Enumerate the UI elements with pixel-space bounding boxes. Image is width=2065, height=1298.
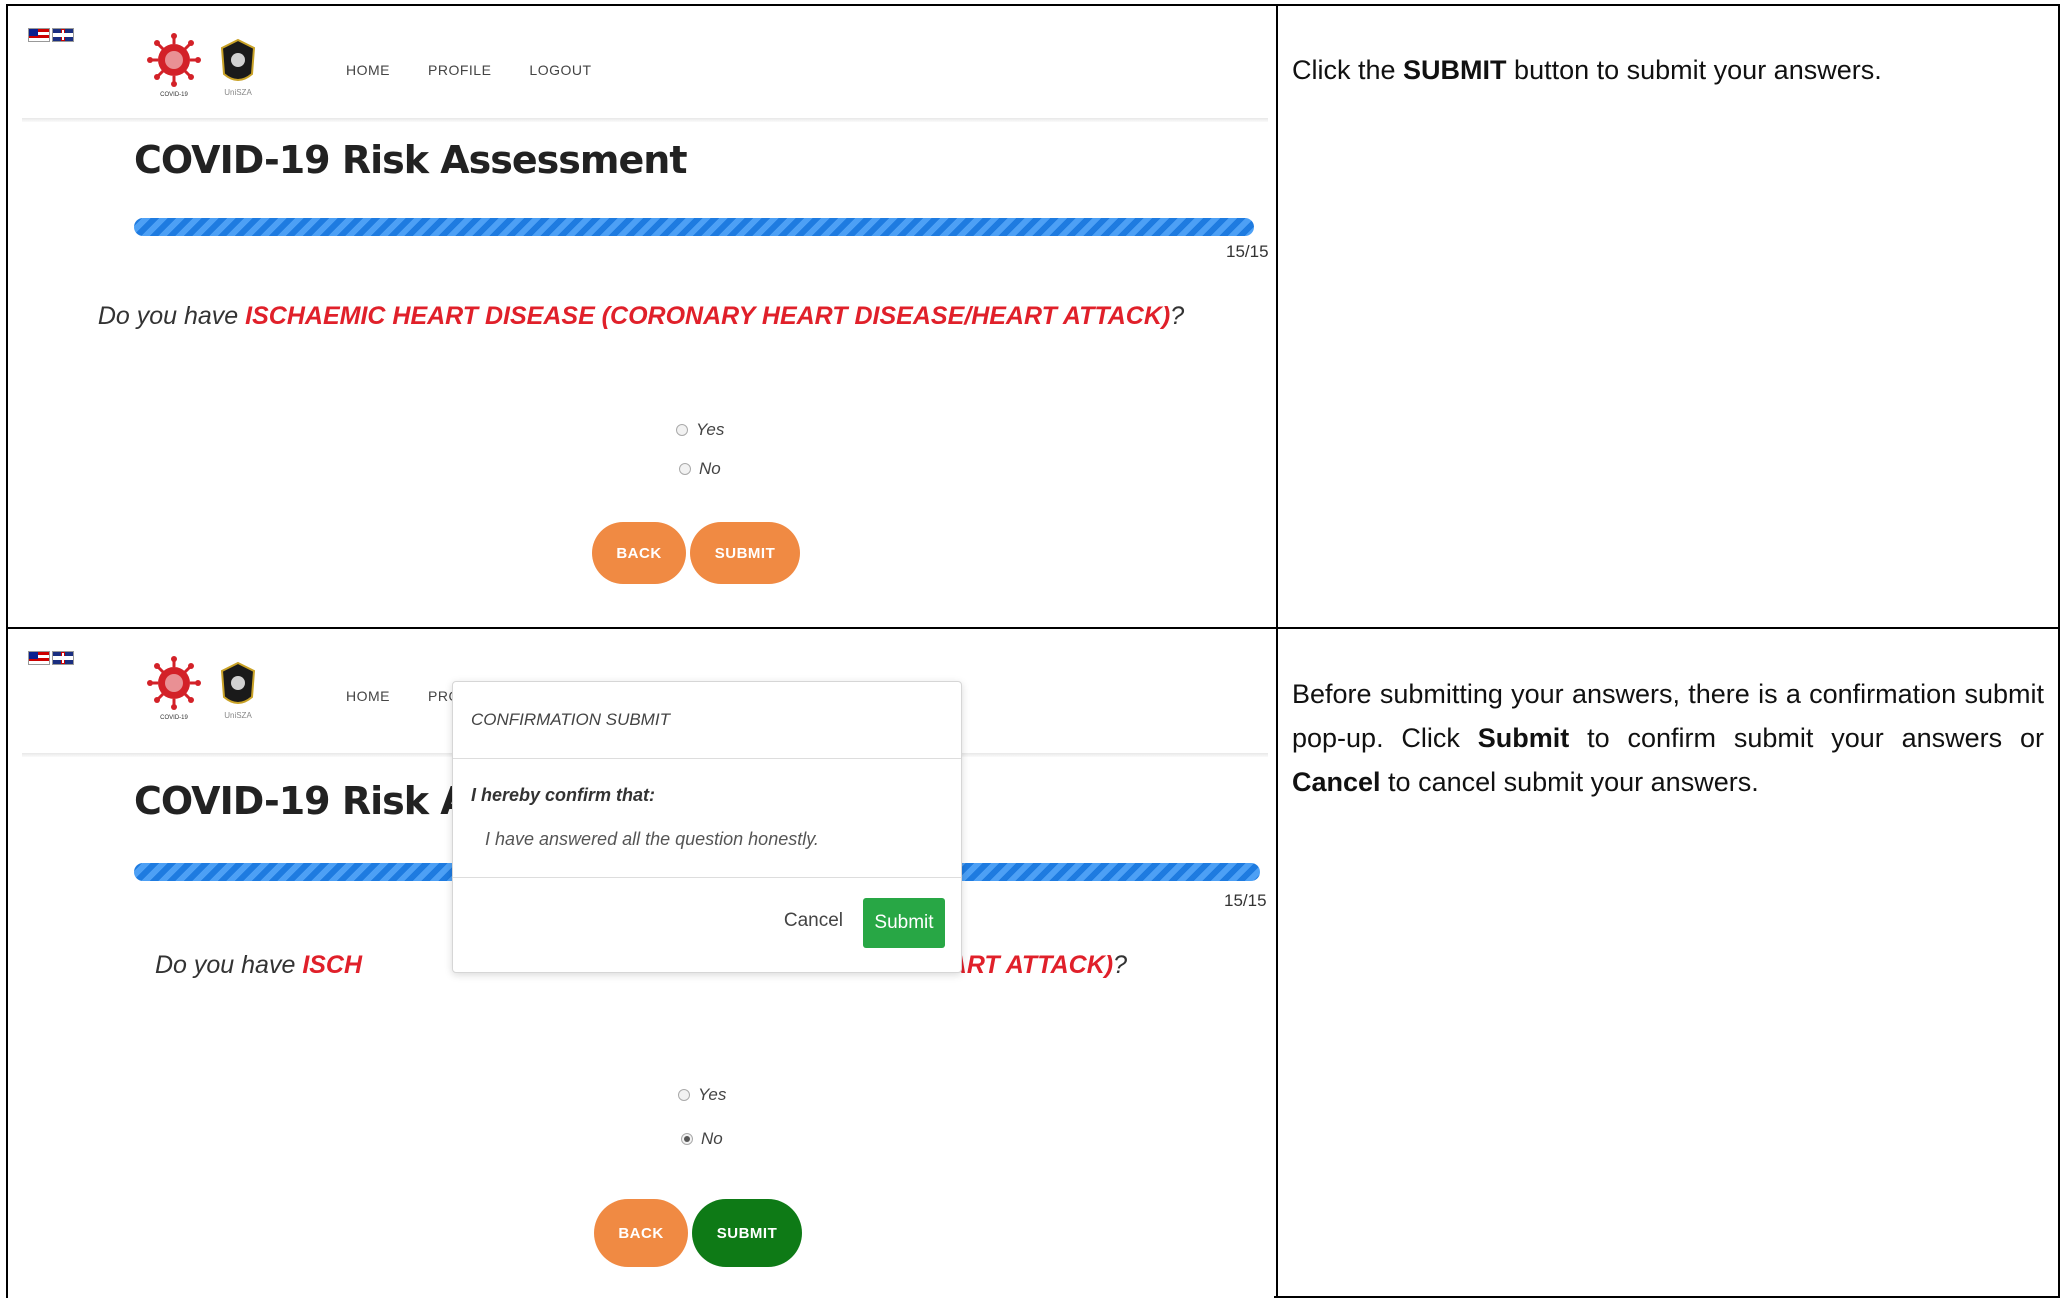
nav-profile[interactable]: PROFILE <box>428 62 491 78</box>
question-highlight-start: ISCH <box>302 951 363 979</box>
language-switch <box>28 28 74 42</box>
covid-logo-icon: COVID-19 <box>147 33 201 98</box>
malaysia-flag-icon[interactable] <box>28 651 50 665</box>
confirm-text: I have answered all the question honestl… <box>485 829 819 849</box>
instruction-2-bold-submit: Submit <box>1477 723 1570 753</box>
option-no[interactable]: No <box>681 1129 723 1149</box>
back-button[interactable]: BACK <box>594 1199 688 1267</box>
modal-cancel-button[interactable]: Cancel <box>784 910 843 932</box>
confirmation-modal: CONFIRMATION SUBMIT I hereby confirm tha… <box>452 681 962 973</box>
radio-no[interactable] <box>679 463 691 475</box>
modal-footer: Cancel Submit <box>453 878 961 972</box>
uk-flag-icon[interactable] <box>52 651 74 665</box>
back-button[interactable]: BACK <box>592 522 686 584</box>
page-title: COVID-19 Risk Assessment <box>134 138 687 182</box>
modal-title: CONFIRMATION SUBMIT <box>453 682 961 759</box>
radio-yes[interactable] <box>676 424 688 436</box>
unisza-logo-icon: UniSZA <box>220 38 256 97</box>
svg-text:UniSZA: UniSZA <box>224 88 252 97</box>
svg-text:UniSZA: UniSZA <box>224 711 252 720</box>
question-highlight: ISCHAEMIC HEART DISEASE (CORONARY HEART … <box>245 302 1171 330</box>
screenshot-panel-2: COVID-19 UniSZA HOME PRO COVID-19 Risk A… <box>8 629 1274 1298</box>
question-suffix: ? <box>1113 951 1128 979</box>
language-switch <box>28 651 74 665</box>
top-nav: HOME PROFILE LOGOUT <box>346 62 592 78</box>
svg-text:COVID-19: COVID-19 <box>160 715 188 721</box>
radio-yes[interactable] <box>678 1089 690 1101</box>
option-yes-label: Yes <box>698 1085 727 1104</box>
malaysia-flag-icon[interactable] <box>28 28 50 42</box>
progress-fill <box>134 218 1254 236</box>
progress-counter: 15/15 <box>1224 891 1267 910</box>
instruction-2-bold-cancel: Cancel <box>1292 767 1381 797</box>
modal-body: I hereby confirm that: I have answered a… <box>453 759 961 878</box>
option-no-label: No <box>701 1129 723 1148</box>
submit-button[interactable]: SUBMIT <box>692 1199 802 1267</box>
column-divider <box>1276 4 1278 1298</box>
uk-flag-icon[interactable] <box>52 28 74 42</box>
submit-button[interactable]: SUBMIT <box>690 522 800 584</box>
top-nav: HOME PRO <box>346 688 460 704</box>
option-no-label: No <box>699 459 721 478</box>
instruction-2-text-b: to confirm submit your answers or <box>1569 723 2045 753</box>
instruction-1-text-a: Click the <box>1292 55 1404 85</box>
nav-home[interactable]: HOME <box>346 688 390 704</box>
instruction-2-text-c: to cancel submit your answers. <box>1380 767 1759 797</box>
question-prefix: Do you have <box>97 302 246 330</box>
confirm-heading: I hereby confirm that: <box>471 785 656 805</box>
option-yes[interactable]: Yes <box>678 1085 726 1105</box>
option-no[interactable]: No <box>679 459 721 479</box>
option-yes-label: Yes <box>696 420 725 439</box>
screenshot-panel-1: COVID-19 UniSZA HOME PROFILE LOGOUT COVI… <box>8 6 1274 626</box>
progress-bar <box>134 218 1254 236</box>
instruction-1: Click the SUBMIT button to submit your a… <box>1292 48 2044 92</box>
header-divider <box>22 118 1268 122</box>
nav-home[interactable]: HOME <box>346 62 390 78</box>
instruction-1-bold: SUBMIT <box>1403 55 1507 85</box>
svg-text:COVID-19: COVID-19 <box>160 92 188 98</box>
option-yes[interactable]: Yes <box>676 420 724 440</box>
radio-no[interactable] <box>681 1133 693 1145</box>
instruction-2: Before submitting your answers, there is… <box>1292 672 2044 804</box>
question-prefix: Do you have <box>154 951 303 979</box>
covid-logo-icon: COVID-19 <box>147 656 201 721</box>
question-suffix: ? <box>1170 302 1185 330</box>
progress-counter: 15/15 <box>1226 242 1269 261</box>
unisza-logo-icon: UniSZA <box>220 661 256 720</box>
modal-submit-button[interactable]: Submit <box>863 898 945 948</box>
nav-logout[interactable]: LOGOUT <box>529 62 591 78</box>
instruction-1-text-b: button to submit your answers. <box>1506 55 1882 85</box>
question-text: Do you have ISCHAEMIC HEART DISEASE (COR… <box>8 302 1274 331</box>
